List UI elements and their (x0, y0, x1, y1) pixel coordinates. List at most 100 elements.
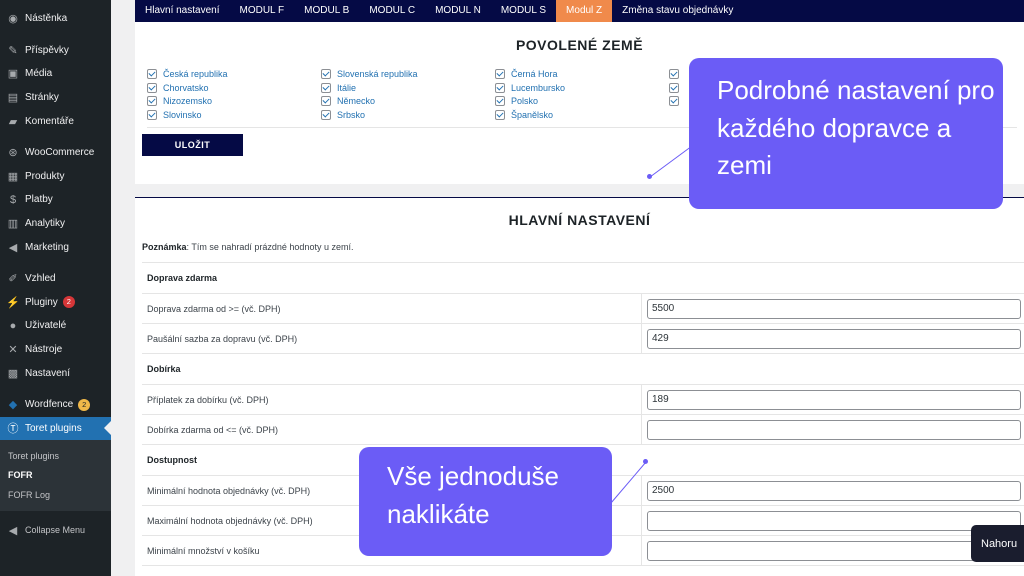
submenu-item-fofr[interactable]: FOFR (0, 466, 111, 486)
country-label: Černá Hora (511, 69, 558, 80)
tab-main-settings[interactable]: Hlavní nastavení (135, 0, 230, 22)
plugins-update-badge: 2 (62, 296, 75, 309)
sidebar-item-dashboard[interactable]: ◉ Nástěnka (0, 7, 111, 31)
sidebar-item-label: Produkty (25, 170, 65, 182)
tab-modul-b[interactable]: MODUL B (294, 0, 359, 22)
main-settings-title: HLAVNÍ NASTAVENÍ (508, 212, 651, 228)
callout-detailed-settings: Podrobné nastavení pro každého dopravce … (689, 58, 1003, 209)
checkbox-checked-icon[interactable] (147, 96, 157, 107)
submenu-item-toret-plugins[interactable]: Toret plugins (0, 446, 111, 466)
country-label: Srbsko (337, 109, 366, 120)
checkbox-checked-icon[interactable] (495, 109, 505, 120)
country-option[interactable]: Lucembursko (495, 82, 669, 95)
sidebar-item-comments[interactable]: ▰ Komentáře (0, 109, 111, 133)
checkbox-checked-icon[interactable] (495, 96, 505, 107)
checkbox-checked-icon[interactable] (147, 82, 157, 93)
sidebar-item-appearance[interactable]: ✐ Vzhled (0, 267, 111, 291)
tab-order-status-change[interactable]: Změna stavu objednávky (612, 0, 743, 22)
country-option[interactable]: Slovenská republika (321, 68, 495, 81)
sidebar-item-woocommerce[interactable]: ⊛ WooCommerce (0, 141, 111, 165)
country-option[interactable]: Polsko (495, 95, 669, 108)
sidebar-item-label: Příspěvky (25, 44, 69, 56)
cod-surcharge-input[interactable] (647, 389, 1021, 410)
payments-icon: $ (9, 193, 17, 206)
checkbox-checked-icon[interactable] (321, 69, 331, 80)
country-option[interactable]: Srbsko (321, 109, 495, 122)
sidebar-item-marketing[interactable]: ◀ Marketing (0, 235, 111, 259)
checkbox-checked-icon[interactable] (147, 69, 157, 80)
sidebar-item-tools[interactable]: ✕ Nástroje (0, 338, 111, 362)
sidebar-item-label: WooCommerce (25, 147, 95, 159)
sidebar-item-analytics[interactable]: ▥ Analytiky (0, 212, 111, 236)
country-option[interactable]: Chorvatsko (147, 82, 321, 95)
sidebar-item-posts[interactable]: ✎ Příspěvky (0, 39, 111, 63)
country-label: Polsko (511, 96, 539, 107)
woo-icon: ⊛ (8, 147, 18, 160)
checkbox-checked-icon[interactable] (495, 82, 505, 93)
checkbox-checked-icon[interactable] (669, 82, 679, 93)
min-cart-quantity-input[interactable] (647, 540, 1021, 561)
appearance-icon: ✐ (8, 273, 18, 286)
checkbox-checked-icon[interactable] (669, 69, 679, 80)
checkbox-checked-icon[interactable] (669, 96, 679, 107)
submenu-item-fofr-log[interactable]: FOFR Log (0, 485, 111, 505)
settings-note: Poznámka: Tím se nahradí prázdné hodnoty… (142, 242, 353, 252)
users-icon: ● (9, 319, 17, 332)
tab-modul-z[interactable]: Modul Z (556, 0, 613, 22)
checkbox-checked-icon[interactable] (321, 96, 331, 107)
collapse-menu-label: Collapse Menu (25, 525, 86, 536)
sidebar-item-products[interactable]: ▦ Produkty (0, 165, 111, 189)
tab-modul-s[interactable]: MODUL S (491, 0, 556, 22)
toret-submenu: Toret plugins FOFR FOFR Log (0, 440, 111, 511)
sidebar-item-settings[interactable]: ▩ Nastavení (0, 361, 111, 385)
comments-icon: ▰ (8, 115, 18, 128)
sidebar-item-label: Komentáře (25, 115, 74, 127)
country-option[interactable]: Nizozemsko (147, 95, 321, 108)
country-option[interactable]: Černá Hora (495, 68, 669, 81)
sidebar-item-label: Nastavení (25, 367, 71, 379)
sidebar-item-pages[interactable]: ▤ Stránky (0, 86, 111, 110)
collapse-icon: ◀ (8, 524, 18, 537)
sidebar-item-label: Média (25, 68, 53, 80)
free-shipping-threshold-input[interactable] (647, 298, 1021, 319)
sidebar-item-label: Uživatelé (25, 320, 67, 332)
sidebar-item-toret-plugins[interactable]: Ⓣ Toret plugins (0, 416, 111, 441)
country-option[interactable]: Slovinsko (147, 109, 321, 122)
sidebar-item-label: Nástroje (25, 344, 63, 356)
field-label: Příplatek za dobírku (vč. DPH) (142, 384, 642, 415)
country-option[interactable]: Itálie (321, 82, 495, 95)
sidebar-item-media[interactable]: ▣ Média (0, 62, 111, 86)
callout-easy-clicking: Vše jednoduše naklikáte (359, 447, 612, 556)
pages-icon: ▤ (7, 92, 19, 105)
flat-rate-input[interactable] (647, 328, 1021, 349)
checkbox-checked-icon[interactable] (495, 69, 505, 80)
tab-modul-c[interactable]: MODUL C (359, 0, 425, 22)
sidebar-item-plugins[interactable]: ⚡ Pluginy 2 (0, 291, 111, 315)
collapse-menu-button[interactable]: ◀ Collapse Menu (0, 519, 111, 543)
checkbox-checked-icon[interactable] (321, 82, 331, 93)
wordfence-badge: 2 (78, 398, 91, 411)
country-option[interactable]: Česká republika (147, 68, 321, 81)
cod-free-threshold-input[interactable] (647, 419, 1021, 440)
max-order-value-input[interactable] (647, 510, 1021, 531)
toret-icon: Ⓣ (7, 423, 19, 436)
country-option[interactable]: Španělsko (495, 109, 669, 122)
table-row: Doprava zdarma od >= (vč. DPH) (142, 293, 1024, 324)
sidebar-item-label: Nástěnka (25, 13, 68, 25)
country-option[interactable]: Německo (321, 95, 495, 108)
checkbox-checked-icon[interactable] (147, 109, 157, 120)
min-order-value-input[interactable] (647, 480, 1021, 501)
tab-modul-f[interactable]: MODUL F (230, 0, 295, 22)
save-button[interactable]: ULOŽIT (142, 134, 243, 156)
country-label: Chorvatsko (163, 82, 209, 93)
back-to-top-button[interactable]: Nahoru (971, 525, 1024, 562)
country-label: Itálie (337, 82, 357, 93)
checkbox-checked-icon[interactable] (321, 109, 331, 120)
sidebar-item-wordfence[interactable]: ◆ Wordfence 2 (0, 393, 111, 417)
table-row: Příplatek za dobírku (vč. DPH) (142, 384, 1024, 415)
sidebar-item-payments[interactable]: $ Platby (0, 188, 111, 212)
dashboard-icon: ◉ (8, 13, 18, 26)
tab-modul-n[interactable]: MODUL N (425, 0, 491, 22)
sidebar-item-users[interactable]: ● Uživatelé (0, 314, 111, 338)
wordfence-icon: ◆ (8, 399, 18, 412)
